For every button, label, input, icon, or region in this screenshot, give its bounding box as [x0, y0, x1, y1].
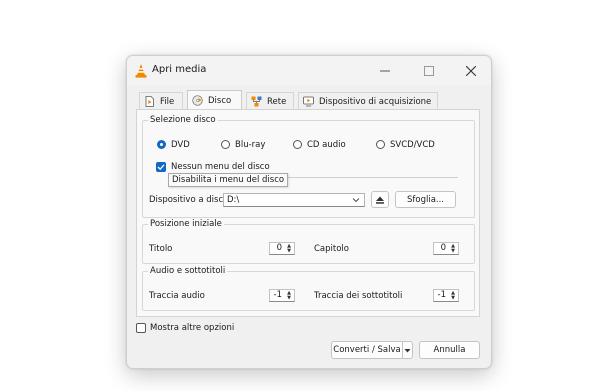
- open-media-dialog: Apri media File Disco Rete Dispositivo d…: [126, 55, 492, 369]
- radio-cd-audio-label: CD audio: [307, 140, 346, 150]
- convert-options-dropdown[interactable]: [402, 341, 413, 359]
- chapter-spinbox[interactable]: 0 ▲ ▼: [433, 242, 459, 255]
- close-icon: [466, 65, 476, 76]
- separator: [288, 177, 458, 178]
- spin-arrows-icon[interactable]: ▲ ▼: [449, 243, 457, 254]
- tab-file-label: File: [160, 96, 175, 107]
- disc-selection-title: Selezione disco: [148, 115, 218, 125]
- starting-position-group: Posizione iniziale Titolo 0 ▲ ▼ Capitolo …: [142, 219, 475, 264]
- disc-device-value: D:\: [227, 195, 240, 205]
- chevron-down-icon: [352, 198, 360, 203]
- maximize-icon: [424, 65, 434, 76]
- radio-svcd-vcd[interactable]: [376, 140, 385, 149]
- cancel-button[interactable]: Annulla: [419, 341, 480, 359]
- show-more-options-label: Mostra altre opzioni: [150, 323, 235, 333]
- tab-disc[interactable]: Disco: [187, 90, 242, 110]
- radio-svcd-vcd-label: SVCD/VCD: [390, 140, 435, 150]
- tab-capture-device[interactable]: Dispositivo di acquisizione: [298, 92, 438, 110]
- tooltip: Disabilita i menu del disco: [168, 173, 289, 187]
- browse-button[interactable]: Sfoglia...: [395, 191, 456, 208]
- minimize-icon: [380, 70, 390, 71]
- subtitle-track-value: -1: [437, 290, 446, 300]
- cancel-button-label: Annulla: [433, 345, 466, 355]
- vlc-cone-icon: [135, 64, 147, 78]
- chapter-value: 0: [440, 243, 446, 253]
- subtitle-track-spinbox[interactable]: -1 ▲ ▼: [433, 289, 459, 302]
- tab-disc-label: Disco: [208, 95, 232, 106]
- browse-button-label: Sfoglia...: [406, 194, 445, 205]
- tab-network-label: Rete: [267, 96, 287, 107]
- minimize-button[interactable]: [365, 56, 405, 85]
- disc-tab-panel: Selezione disco DVD Blu-ray CD audio SVC…: [136, 109, 480, 317]
- tab-network[interactable]: Rete: [246, 92, 294, 110]
- disc-device-label: Dispositivo a disco: [149, 195, 229, 205]
- audio-track-spinbox[interactable]: -1 ▲ ▼: [269, 289, 295, 302]
- radio-bluray[interactable]: [221, 140, 230, 149]
- title-number-label: Titolo: [149, 244, 173, 254]
- audio-track-label: Traccia audio: [149, 291, 205, 301]
- no-disc-menus-label: Nessun menu del disco: [171, 162, 270, 172]
- close-button[interactable]: [451, 56, 491, 85]
- eject-icon: [376, 196, 384, 204]
- network-icon: [251, 96, 262, 107]
- starting-position-title: Posizione iniziale: [148, 219, 224, 229]
- spin-arrows-icon[interactable]: ▲ ▼: [285, 290, 293, 301]
- tab-file[interactable]: File: [139, 92, 183, 110]
- spin-arrows-icon[interactable]: ▲ ▼: [449, 290, 457, 301]
- audio-track-value: -1: [273, 290, 282, 300]
- window-title: Apri media: [152, 64, 207, 75]
- radio-bluray-label: Blu-ray: [235, 140, 266, 150]
- no-disc-menus-checkbox[interactable]: [156, 162, 166, 172]
- title-bar[interactable]: Apri media: [127, 56, 491, 85]
- subtitle-track-label: Traccia dei sottotitoli: [314, 291, 403, 301]
- checkmark-icon: [157, 164, 165, 171]
- tab-capture-device-label: Dispositivo di acquisizione: [319, 96, 432, 107]
- radio-dvd-label: DVD: [171, 140, 190, 150]
- chapter-label: Capitolo: [314, 244, 349, 254]
- show-more-options-checkbox[interactable]: [136, 323, 146, 333]
- tooltip-text: Disabilita i menu del disco: [172, 175, 285, 185]
- caret-down-icon: [404, 348, 411, 352]
- audio-subtitles-title: Audio e sottotitoli: [148, 266, 228, 276]
- convert-save-label: Converti / Salva: [333, 345, 401, 355]
- radio-dvd[interactable]: [157, 140, 166, 149]
- eject-button[interactable]: [371, 191, 389, 208]
- radio-cd-audio[interactable]: [293, 140, 302, 149]
- audio-subtitles-group: Audio e sottotitoli Traccia audio -1 ▲ ▼ …: [142, 266, 475, 311]
- convert-save-button[interactable]: Converti / Salva: [331, 341, 403, 359]
- maximize-button[interactable]: [409, 56, 449, 85]
- title-number-value: 0: [276, 243, 282, 253]
- title-number-spinbox[interactable]: 0 ▲ ▼: [269, 242, 295, 255]
- disc-selection-group: Selezione disco DVD Blu-ray CD audio SVC…: [142, 115, 475, 218]
- capture-device-icon: [303, 96, 314, 107]
- spin-arrows-icon[interactable]: ▲ ▼: [285, 243, 293, 254]
- file-icon: [145, 96, 154, 107]
- disc-device-select[interactable]: D:\: [223, 193, 365, 207]
- disc-icon: [192, 95, 203, 106]
